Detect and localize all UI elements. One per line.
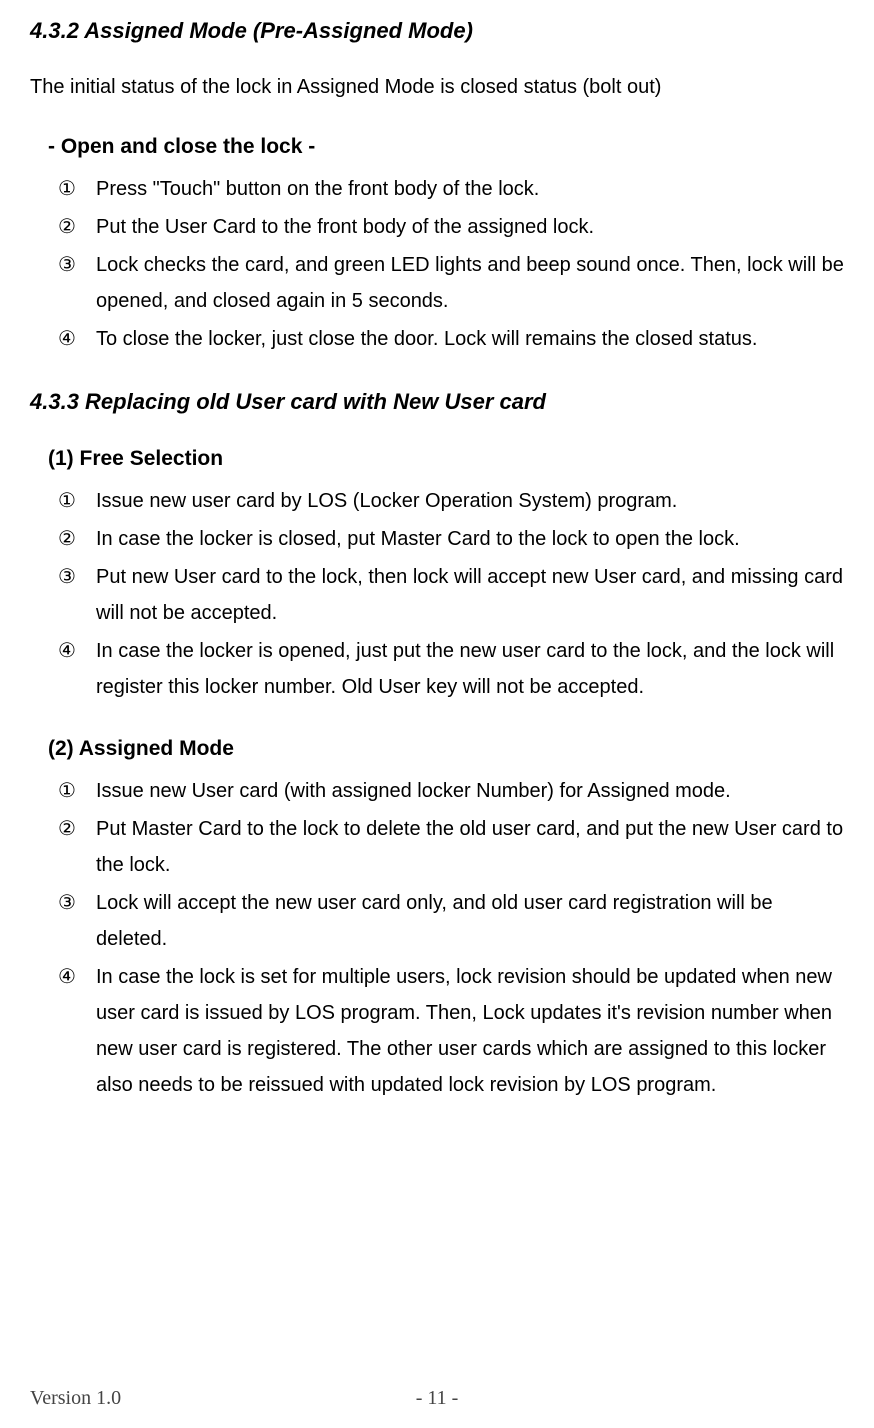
footer-version: Version 1.0 bbox=[30, 1387, 121, 1410]
list-marker: ③ bbox=[58, 559, 96, 631]
list-marker: ③ bbox=[58, 885, 96, 957]
list-marker: ④ bbox=[58, 321, 96, 357]
list-item: ② In case the locker is closed, put Mast… bbox=[58, 521, 844, 557]
list-item: ② Put the User Card to the front body of… bbox=[58, 209, 844, 245]
section-432-heading: 4.3.2 Assigned Mode (Pre-Assigned Mode) bbox=[30, 18, 844, 44]
page-footer: Version 1.0 - 11 - bbox=[30, 1387, 844, 1410]
list-item: ① Issue new user card by LOS (Locker Ope… bbox=[58, 483, 844, 519]
list-item: ① Issue new User card (with assigned loc… bbox=[58, 773, 844, 809]
open-close-title: - Open and close the lock - bbox=[48, 135, 844, 159]
list-item: ③ Lock will accept the new user card onl… bbox=[58, 885, 844, 957]
list-text: In case the locker is opened, just put t… bbox=[96, 633, 844, 705]
list-text: Put new User card to the lock, then lock… bbox=[96, 559, 844, 631]
list-text: Put the User Card to the front body of t… bbox=[96, 209, 844, 245]
list-text: Press "Touch" button on the front body o… bbox=[96, 171, 844, 207]
assigned-mode-list: ① Issue new User card (with assigned loc… bbox=[58, 773, 844, 1103]
list-text: Put Master Card to the lock to delete th… bbox=[96, 811, 844, 883]
list-marker: ④ bbox=[58, 959, 96, 1103]
list-marker: ② bbox=[58, 209, 96, 245]
list-item: ③ Put new User card to the lock, then lo… bbox=[58, 559, 844, 631]
list-text: In case the locker is closed, put Master… bbox=[96, 521, 844, 557]
list-text: Lock will accept the new user card only,… bbox=[96, 885, 844, 957]
list-item: ④ In case the lock is set for multiple u… bbox=[58, 959, 844, 1103]
list-item: ① Press "Touch" button on the front body… bbox=[58, 171, 844, 207]
list-text: Lock checks the card, and green LED ligh… bbox=[96, 247, 844, 319]
list-marker: ① bbox=[58, 483, 96, 519]
free-selection-title: (1) Free Selection bbox=[48, 447, 844, 471]
list-text: Issue new user card by LOS (Locker Opera… bbox=[96, 483, 844, 519]
list-item: ② Put Master Card to the lock to delete … bbox=[58, 811, 844, 883]
section-432-intro: The initial status of the lock in Assign… bbox=[30, 76, 844, 99]
assigned-mode-title: (2) Assigned Mode bbox=[48, 737, 844, 761]
list-text: Issue new User card (with assigned locke… bbox=[96, 773, 844, 809]
list-item: ③ Lock checks the card, and green LED li… bbox=[58, 247, 844, 319]
list-marker: ③ bbox=[58, 247, 96, 319]
free-selection-list: ① Issue new user card by LOS (Locker Ope… bbox=[58, 483, 844, 705]
list-marker: ① bbox=[58, 773, 96, 809]
list-item: ④ To close the locker, just close the do… bbox=[58, 321, 844, 357]
list-item: ④ In case the locker is opened, just put… bbox=[58, 633, 844, 705]
list-marker: ② bbox=[58, 811, 96, 883]
open-close-list: ① Press "Touch" button on the front body… bbox=[58, 171, 844, 357]
footer-page-number: - 11 - bbox=[416, 1387, 459, 1410]
list-marker: ① bbox=[58, 171, 96, 207]
list-text: In case the lock is set for multiple use… bbox=[96, 959, 844, 1103]
list-marker: ② bbox=[58, 521, 96, 557]
section-433-heading: 4.3.3 Replacing old User card with New U… bbox=[30, 389, 844, 415]
list-marker: ④ bbox=[58, 633, 96, 705]
list-text: To close the locker, just close the door… bbox=[96, 321, 844, 357]
